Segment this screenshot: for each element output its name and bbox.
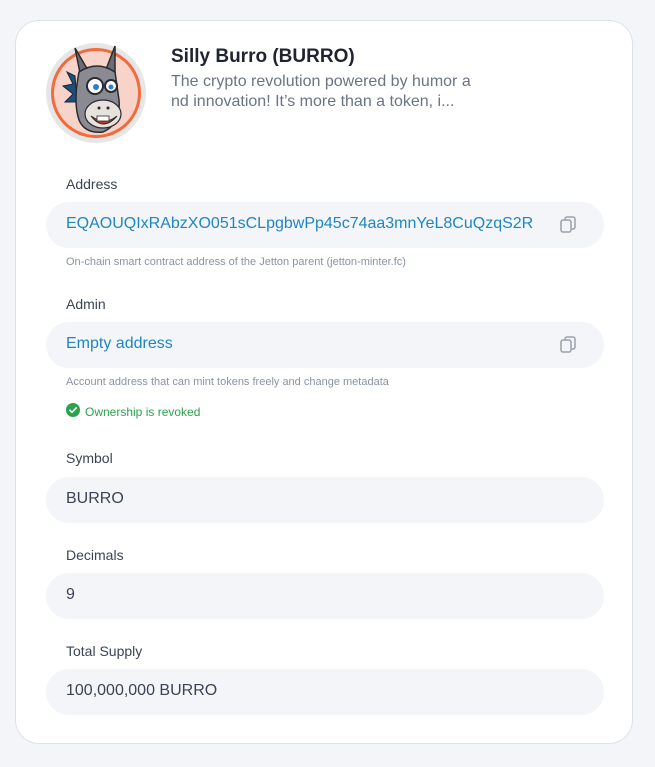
symbol-field: BURRO <box>46 477 604 523</box>
address-value[interactable]: EQAOUQIxRAbzXO051sCLpgbwPp45c74aa3mnYeL8… <box>66 215 533 233</box>
jetton-card: Silly Burro (BURRO) The crypto revolutio… <box>15 20 633 744</box>
supply-label: Total Supply <box>66 643 143 659</box>
admin-hint: Account address that can mint tokens fre… <box>66 376 389 388</box>
supply-value: 100,000,000 BURRO <box>66 682 218 699</box>
symbol-label: Symbol <box>66 450 113 466</box>
token-avatar <box>45 42 147 144</box>
ownership-status-text: Ownership is revoked <box>85 404 201 419</box>
address-hint: On-chain smart contract address of the J… <box>66 256 406 268</box>
decimals-field: 9 <box>46 573 604 619</box>
admin-field: Empty address <box>46 322 604 368</box>
supply-field: 100,000,000 BURRO <box>46 669 604 715</box>
admin-value[interactable]: Empty address <box>66 335 173 353</box>
copy-icon[interactable] <box>560 336 576 354</box>
address-label: Address <box>66 176 118 192</box>
ownership-status: Ownership is revoked <box>66 403 200 420</box>
decimals-value: 9 <box>66 586 75 603</box>
copy-icon[interactable] <box>560 216 576 234</box>
symbol-value: BURRO <box>66 490 124 507</box>
decimals-label: Decimals <box>66 547 124 563</box>
token-title: Silly Burro (BURRO) <box>171 46 355 67</box>
admin-label: Admin <box>66 296 106 312</box>
check-circle-icon <box>66 403 80 420</box>
token-description: The crypto revolution powered by humor a… <box>171 73 471 110</box>
address-field: EQAOUQIxRAbzXO051sCLpgbwPp45c74aa3mnYeL8… <box>46 202 604 248</box>
